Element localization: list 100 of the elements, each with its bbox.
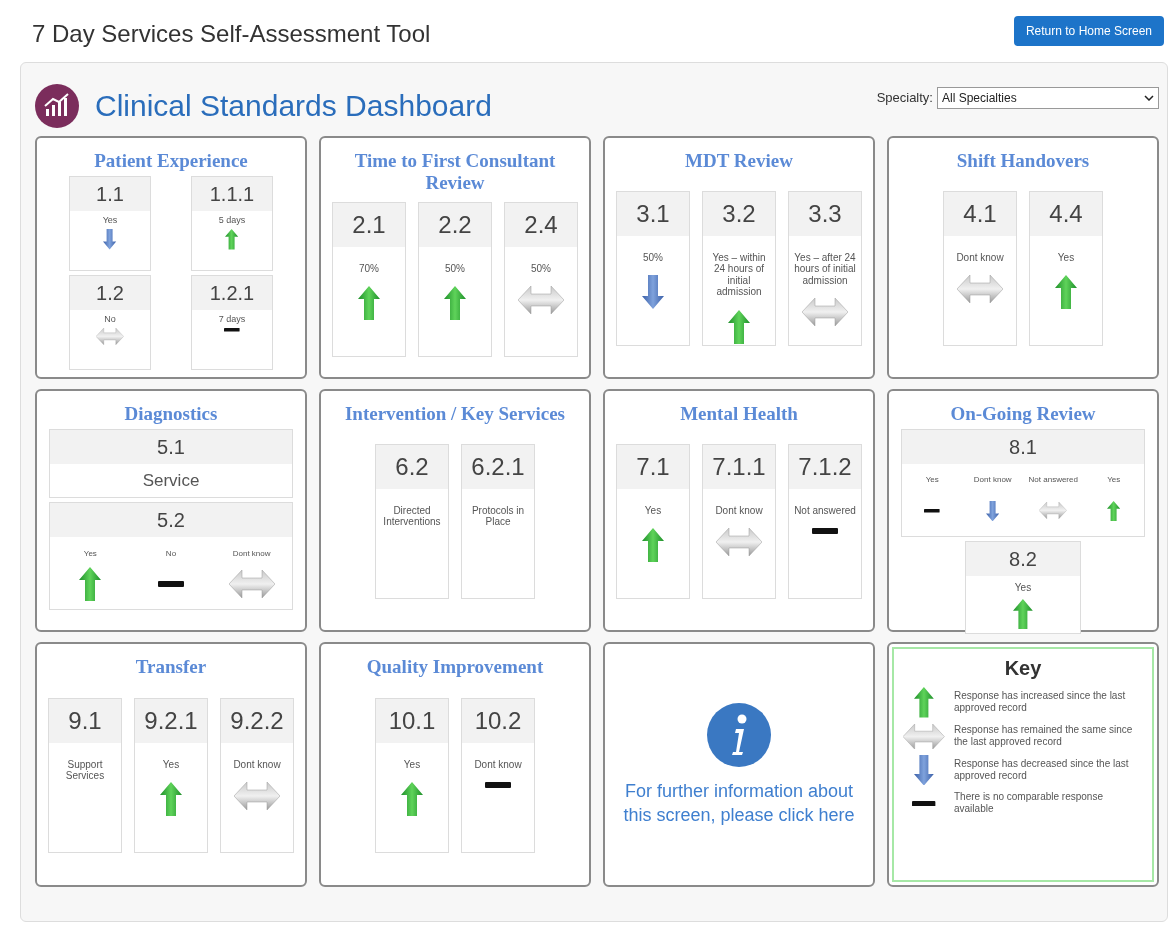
measure-tile[interactable]: 4.1 Dont know [943, 190, 1017, 346]
measure-code: 2.4 [524, 209, 558, 240]
up-arrow-icon [225, 229, 239, 250]
measure-tile[interactable]: 7.1 Yes [616, 443, 690, 599]
response-text: No [104, 313, 116, 325]
response-text: Yes – within 24 hours of initial admission [711, 251, 767, 298]
response-text: Directed Interventions [382, 504, 442, 528]
response-text: Dont know [973, 474, 1012, 487]
measure-tile[interactable]: 4.4 Yes [1029, 190, 1103, 346]
measure-tile[interactable]: 6.2 Directed Interventions [375, 443, 449, 599]
measure-tile[interactable]: 9.1 Support Services [48, 697, 122, 853]
response-text: Dont know [232, 547, 271, 560]
measure-code: 1.1 [96, 181, 124, 207]
measure-tile[interactable]: 3.1 50% [616, 190, 690, 346]
up-arrow-icon [728, 309, 750, 344]
response-text: 70% [359, 262, 379, 275]
measure-tile[interactable]: 10.2 Dont know [461, 697, 535, 853]
up-arrow-icon [1013, 598, 1033, 630]
specialty-select[interactable]: All Specialties [937, 86, 1159, 109]
measure-tile[interactable]: 2.1 70% [332, 201, 406, 357]
measure-tile[interactable]: 2.2 50% [418, 201, 492, 357]
measure-tile[interactable]: 3.3 Yes – after 24 hours of initial admission [788, 190, 862, 346]
measure-tile[interactable]: 10.1 Yes [375, 697, 449, 853]
down-arrow-icon [914, 754, 934, 786]
measure-code: 3.2 [722, 198, 756, 229]
response-text: Protocols in Place [470, 504, 526, 528]
key-description: Response has remained the same since the last approved record [954, 724, 1134, 749]
measure-tile[interactable]: 5.2 Yes No Dont know [49, 502, 293, 611]
response-text: Yes – after 24 hours of initial admission [793, 251, 857, 287]
double-arrow-icon [903, 723, 945, 749]
response-text: Not answered [1028, 474, 1078, 487]
measure-tile[interactable]: 2.4 50% [504, 201, 578, 357]
measure-code: 3.3 [808, 198, 842, 229]
page-title: 7 Day Services Self-Assessment Tool [32, 19, 431, 49]
dash-icon [224, 328, 240, 332]
info-icon [706, 702, 772, 769]
response-text: 5 days [218, 214, 246, 226]
dash-icon [912, 800, 936, 807]
response-text: Yes [102, 214, 118, 226]
measure-tile[interactable]: 1.2.1 7 days [191, 274, 273, 370]
measure-code: 8.1 [1009, 434, 1037, 460]
measure-tile[interactable]: 6.2.1 Protocols in Place [461, 443, 535, 599]
response-text: Yes [403, 758, 421, 771]
measure-tile[interactable]: 3.2 Yes – within 24 hours of initial admission [702, 190, 776, 346]
double-arrow-icon [957, 275, 1003, 304]
measure-tile[interactable]: 1.2 No [69, 274, 151, 370]
measure-tile[interactable]: 9.2.2 Dont know [220, 697, 294, 853]
response-text: 50% [445, 262, 465, 275]
measure-code: 4.4 [1049, 198, 1083, 229]
measure-tile[interactable]: 1.1 Yes [69, 175, 151, 271]
measure-tile[interactable]: 8.1 Yes Dont know Not answered Yes [901, 428, 1145, 537]
measure-tile[interactable]: 1.1.1 5 days [191, 175, 273, 271]
measure-code: 9.2.1 [144, 705, 198, 736]
measure-code: 9.2.2 [230, 705, 284, 736]
measure-tile[interactable]: 5.1 Service [49, 428, 293, 499]
measure-code: 7.1 [636, 451, 670, 482]
double-arrow-icon [802, 298, 848, 327]
info-link[interactable]: For further information about this screen, please click here [621, 780, 857, 827]
response-text: Dont know [956, 251, 1004, 264]
dash-icon [924, 509, 941, 513]
measure-code: 1.2 [96, 280, 124, 306]
measure-tile[interactable]: 9.2.1 Yes [134, 697, 208, 853]
response-text: Yes [83, 547, 97, 560]
up-arrow-icon [401, 782, 423, 817]
up-arrow-icon [1107, 500, 1121, 522]
response-text: Service [142, 469, 200, 492]
response-text: 7 days [218, 313, 246, 325]
double-arrow-icon [228, 570, 275, 599]
response-text: Not answered [794, 504, 856, 517]
measure-tile[interactable]: 8.2 Yes [965, 540, 1081, 635]
measure-code: 10.1 [388, 705, 436, 736]
measure-code: 5.1 [157, 434, 185, 460]
dash-icon [485, 782, 511, 789]
double-arrow-icon [234, 782, 280, 811]
key-description: Response has increased since the last approved record [954, 690, 1127, 715]
key-title: Key [1003, 656, 1043, 681]
dashboard-title: Clinical Standards Dashboard [95, 88, 492, 124]
response-text: Yes [1014, 580, 1032, 595]
measure-code: 7.1.2 [798, 451, 852, 482]
double-arrow-icon [1039, 502, 1068, 520]
up-arrow-icon [79, 567, 102, 602]
response-text: Dont know [233, 758, 281, 771]
response-text: Yes [1107, 474, 1121, 487]
measure-code: 6.2.1 [471, 451, 525, 482]
response-text: Yes [162, 758, 180, 771]
response-text: No [165, 547, 177, 560]
response-text: 50% [531, 262, 551, 275]
measure-code: 10.2 [474, 705, 522, 736]
double-arrow-icon [716, 528, 762, 557]
measure-tile[interactable]: 7.1.1 Dont know [702, 443, 776, 599]
measure-tile[interactable]: 7.1.2 Not answered [788, 443, 862, 599]
measure-code: 7.1.1 [712, 451, 766, 482]
home-button[interactable]: Return to Home Screen [1013, 16, 1164, 46]
info-panel[interactable]: For further information about this screen, please click here [603, 642, 875, 887]
response-text: Support Services [64, 758, 106, 782]
measure-code: 9.1 [68, 705, 102, 736]
response-text: 50% [643, 251, 663, 264]
caret-icon [1144, 94, 1154, 101]
up-arrow-icon [642, 528, 664, 563]
double-arrow-icon [96, 328, 124, 345]
